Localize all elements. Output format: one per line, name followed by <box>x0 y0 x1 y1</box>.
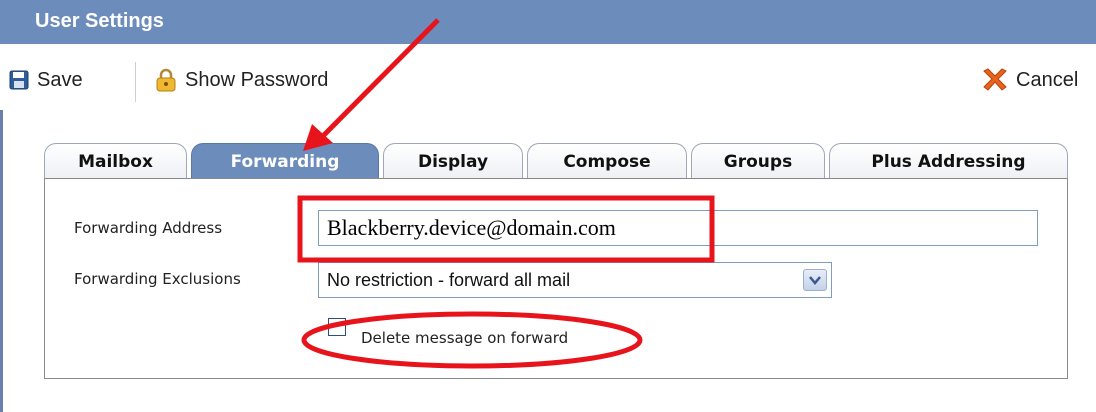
tab-forwarding[interactable]: Forwarding <box>191 143 379 179</box>
save-button[interactable]: Save <box>9 65 83 95</box>
show-password-button[interactable]: Show Password <box>155 65 328 95</box>
titlebar: User Settings <box>0 0 1096 44</box>
show-password-label: Show Password <box>185 68 329 91</box>
tab-mailbox[interactable]: Mailbox <box>44 143 187 179</box>
lock-icon <box>156 68 176 92</box>
tab-display[interactable]: Display <box>383 143 523 179</box>
cancel-button[interactable]: Cancel <box>980 65 1078 95</box>
left-edge-bar <box>0 110 3 412</box>
toolbar-separator <box>135 62 136 102</box>
delete-on-forward-label: Delete message on forward <box>361 329 569 347</box>
save-label: Save <box>37 68 83 91</box>
user-settings-window: User Settings Save Show Password Cancel <box>0 0 1096 412</box>
forwarding-address-input[interactable]: Blackberry.device@domain.com <box>318 210 1038 246</box>
floppy-disk-icon <box>9 70 29 90</box>
tab-compose[interactable]: Compose <box>527 143 687 179</box>
delete-on-forward-checkbox[interactable] <box>328 318 346 336</box>
dropdown-chevron-icon <box>809 276 821 285</box>
tab-groups[interactable]: Groups <box>691 143 825 179</box>
forwarding-exclusions-value: No restriction - forward all mail <box>327 270 571 290</box>
tab-plus-addressing[interactable]: Plus Addressing <box>829 143 1068 179</box>
window-title: User Settings <box>35 10 164 32</box>
forwarding-exclusions-label: Forwarding Exclusions <box>74 270 241 288</box>
forwarding-exclusions-select[interactable]: No restriction - forward all mail <box>318 262 832 298</box>
dropdown-button[interactable] <box>803 269 827 291</box>
forwarding-address-label: Forwarding Address <box>74 219 223 237</box>
toolbar: Save Show Password Cancel <box>0 44 1096 114</box>
cancel-x-icon <box>983 68 1007 91</box>
cancel-label: Cancel <box>1016 68 1079 91</box>
